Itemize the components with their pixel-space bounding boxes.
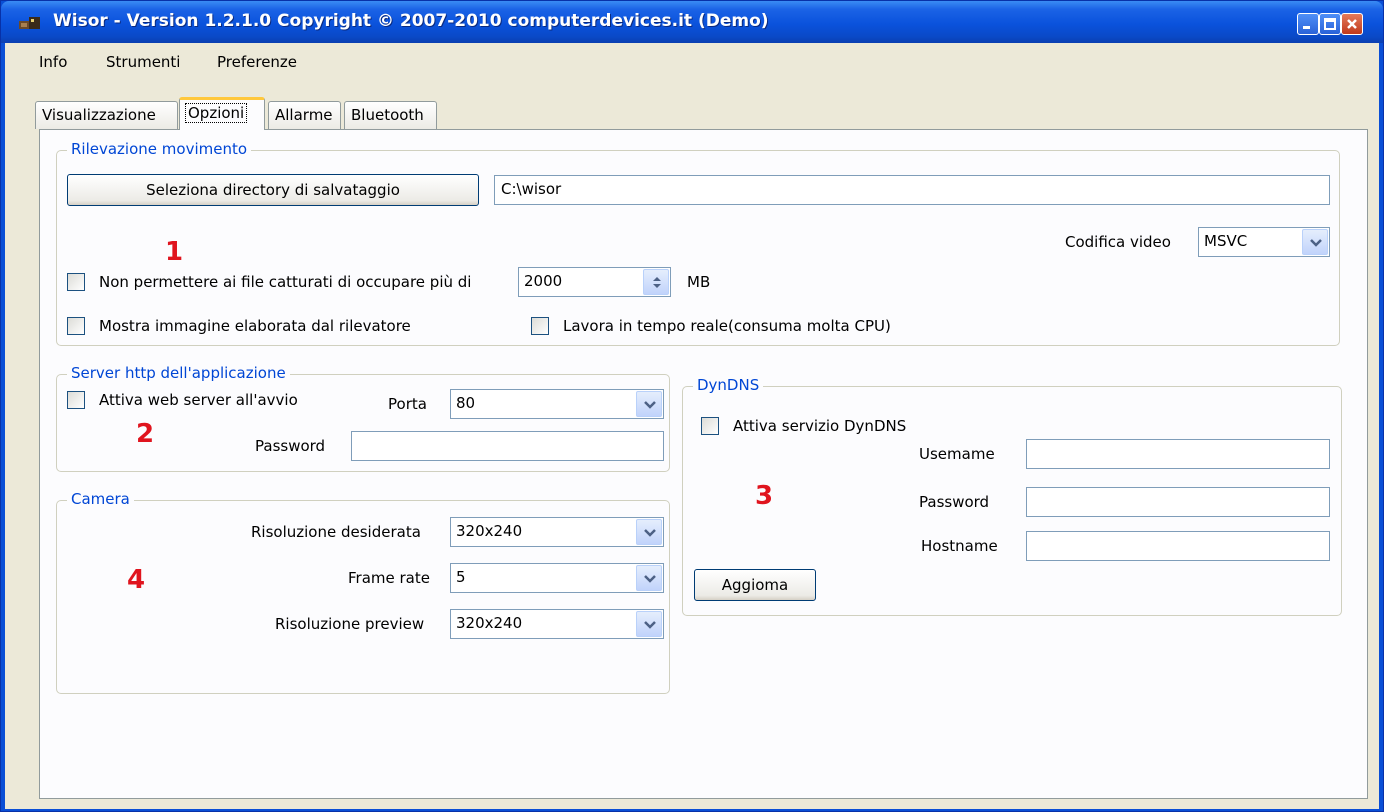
limit-size-label: Non permettere ai file catturati di occu… [99,273,472,291]
dyndns-password-field[interactable] [1026,487,1330,517]
http-server-legend: Server http dell'applicazione [67,364,290,382]
framerate-value: 5 [456,568,466,586]
preview-resolution-dropdown-button[interactable] [636,611,662,637]
camera-group: Camera Risoluzione desiderata 320x240 4 … [56,490,670,694]
tab-allarme[interactable]: Allarme [268,101,341,129]
http-password-field[interactable] [351,431,664,461]
framerate-dropdown-button[interactable] [636,565,662,591]
tab-visualizzazione[interactable]: Visualizzazione [35,101,178,129]
camera-legend: Camera [67,490,134,508]
dyndns-username-field[interactable] [1026,439,1330,469]
tab-label: Visualizzazione [42,106,156,124]
resolution-value: 320x240 [456,522,523,540]
menu-preferenze[interactable]: Preferenze [217,53,297,71]
preview-resolution-select[interactable]: 320x240 [450,609,664,639]
dyndns-username-label: Usemame [919,445,995,463]
show-processed-label: Mostra immagine elaborata dal rilevatore [99,317,411,335]
resolution-label: Risoluzione desiderata [251,523,421,541]
close-button[interactable] [1341,13,1363,35]
tab-label: Bluetooth [351,106,424,124]
motion-legend: Rilevazione movimento [67,140,252,158]
dyndns-group: DynDNS Attiva servizio DynDNS Usemame 3 … [682,376,1342,616]
tab-label: Opzioni [184,103,248,123]
maximize-button[interactable] [1319,13,1341,35]
tab-label: Allarme [275,106,333,124]
limit-size-stepper[interactable]: 2000 [518,267,671,297]
codec-dropdown-button[interactable] [1302,229,1328,255]
webserver-autostart-label: Attiva web server all'avvio [99,391,298,409]
port-value: 80 [456,394,476,412]
marker-1: 1 [165,237,184,267]
chevron-down-icon [644,575,656,583]
spin-buttons[interactable] [643,269,669,295]
app-window: Wisor - Version 1.2.1.0 Copyright © 2007… [0,0,1384,812]
codec-select[interactable]: MSVC [1198,227,1330,257]
webserver-autostart-checkbox[interactable] [67,391,85,409]
realtime-checkbox[interactable] [531,317,549,335]
codec-label: Codifica video [1065,233,1171,251]
select-directory-button[interactable]: Seleziona directory di salvataggio [67,174,479,206]
chevron-down-icon [644,621,656,629]
marker-4: 4 [127,565,146,595]
chevron-down-icon [644,529,656,537]
chevron-down-icon [644,401,656,409]
dyndns-legend: DynDNS [693,376,764,394]
codec-value: MSVC [1204,232,1248,250]
limit-size-unit: MB [687,273,711,291]
limit-size-checkbox[interactable] [67,273,85,291]
resolution-dropdown-button[interactable] [636,519,662,545]
http-server-group: Server http dell'applicazione Attiva web… [56,364,670,472]
dyndns-enable-label: Attiva servizio DynDNS [733,417,907,435]
directory-field[interactable]: C:\wisor [494,175,1330,205]
dyndns-hostname-label: Hostname [921,537,998,555]
window-title: Wisor - Version 1.2.1.0 Copyright © 2007… [53,11,769,31]
port-select[interactable]: 80 [450,389,664,419]
marker-3: 3 [755,481,774,511]
preview-resolution-value: 320x240 [456,614,523,632]
close-icon [1347,19,1357,29]
minimize-button[interactable] [1297,13,1319,35]
spin-arrows-icon [653,277,661,288]
menu-bar: Info Strumenti Preferenze [5,51,1379,75]
minimize-icon [1303,26,1310,29]
options-panel: Rilevazione movimento Seleziona director… [39,129,1368,799]
maximize-icon [1324,18,1336,30]
marker-2: 2 [136,419,155,449]
framerate-select[interactable]: 5 [450,563,664,593]
resolution-select[interactable]: 320x240 [450,517,664,547]
dyndns-update-button[interactable]: Aggioma [694,569,816,601]
menu-info[interactable]: Info [39,53,67,71]
realtime-label: Lavora in tempo reale(consuma molta CPU) [563,317,891,335]
preview-resolution-label: Risoluzione preview [275,615,425,633]
tab-bluetooth[interactable]: Bluetooth [344,101,437,129]
title-bar[interactable]: Wisor - Version 1.2.1.0 Copyright © 2007… [1,1,1383,43]
chevron-down-icon [1310,239,1322,247]
client-area: Info Strumenti Preferenze Visualizzazion… [5,43,1379,809]
wisor-app-icon [19,17,40,29]
menu-strumenti[interactable]: Strumenti [106,53,180,71]
dyndns-password-label: Password [919,493,990,511]
framerate-label: Frame rate [348,569,430,587]
dyndns-hostname-field[interactable] [1026,531,1330,561]
limit-size-value: 2000 [524,272,563,290]
motion-group: Rilevazione movimento Seleziona director… [56,140,1340,346]
port-label: Porta [388,395,427,413]
http-password-label: Password [255,437,326,455]
show-processed-checkbox[interactable] [67,317,85,335]
dyndns-enable-checkbox[interactable] [701,417,719,435]
tab-opzioni[interactable]: Opzioni [179,97,265,130]
port-dropdown-button[interactable] [636,391,662,417]
